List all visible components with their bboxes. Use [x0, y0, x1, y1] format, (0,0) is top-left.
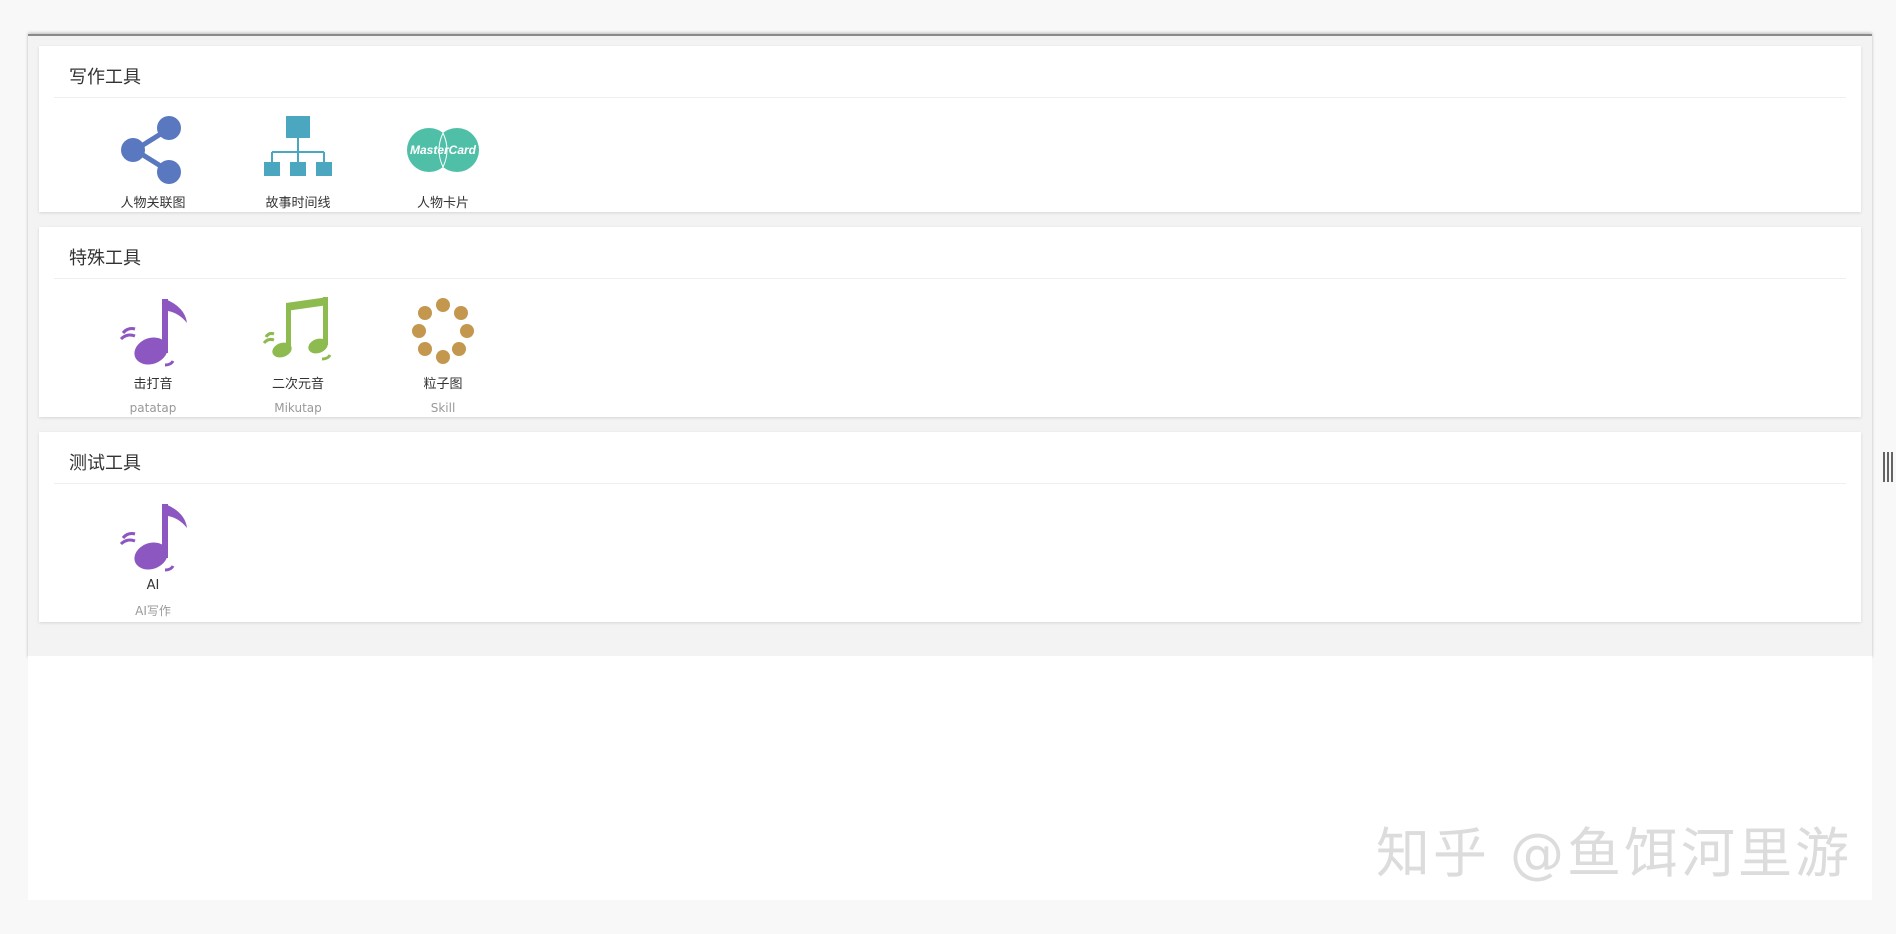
- tool-sublabel: Mikutap: [274, 401, 322, 415]
- tool-sublabel: patatap: [129, 401, 177, 415]
- tool-sublabel: AI写作: [135, 604, 171, 618]
- watermark: 知乎 @鱼饵河里游: [1375, 822, 1852, 885]
- tool-label: AI: [146, 578, 160, 593]
- divider: [54, 483, 1846, 484]
- tool-mikutap[interactable]: 二次元音 Mikutap: [238, 293, 358, 415]
- tool-patatap[interactable]: 击打音 patatap: [93, 293, 213, 415]
- org-chart-icon: [264, 116, 332, 176]
- tool-label: 人物卡片: [416, 196, 469, 211]
- double-music-note-icon: [262, 297, 332, 361]
- tool-sublabel: Skill: [430, 401, 456, 415]
- tool-label: 二次元音: [271, 377, 324, 392]
- test-tools-panel: 测试工具 AI AI写作: [39, 432, 1861, 622]
- divider: [54, 97, 1846, 98]
- section-title: 写作工具: [69, 67, 141, 88]
- tool-particle[interactable]: 粒子图 Skill: [383, 293, 503, 415]
- writing-tools-panel: 写作工具 人物关联图 故事时间线 MasterCard 人物卡片: [39, 46, 1861, 212]
- tool-label: 人物关联图: [120, 196, 186, 211]
- resize-handle-icon[interactable]: [1882, 451, 1894, 483]
- tools-page: 写作工具 人物关联图 故事时间线 MasterCard 人物卡片 特殊工具 击打…: [28, 34, 1872, 658]
- section-title: 特殊工具: [69, 248, 141, 269]
- tool-label: 故事时间线: [265, 196, 331, 211]
- particle-circle-icon: [412, 298, 474, 364]
- tool-story-timeline[interactable]: 故事时间线: [238, 112, 358, 211]
- music-note-icon: [119, 504, 187, 572]
- section-title: 测试工具: [69, 453, 141, 474]
- share-nodes-icon: [121, 116, 181, 184]
- divider: [54, 278, 1846, 279]
- tool-character-relation[interactable]: 人物关联图: [93, 112, 213, 211]
- special-tools-panel: 特殊工具 击打音 patatap 二次元音 Mikutap 粒子图 Skill: [39, 227, 1861, 417]
- mastercard-icon: MasterCard: [407, 128, 479, 172]
- content-area: 知乎 @鱼饵河里游: [28, 656, 1872, 900]
- tool-label: 击打音: [133, 377, 173, 392]
- music-note-icon: [119, 299, 187, 367]
- mastercard-text: MasterCard: [410, 143, 477, 157]
- tool-character-card[interactable]: MasterCard 人物卡片: [383, 112, 503, 211]
- tool-ai-writing[interactable]: AI AI写作: [93, 498, 213, 619]
- tool-label: 粒子图: [423, 377, 463, 392]
